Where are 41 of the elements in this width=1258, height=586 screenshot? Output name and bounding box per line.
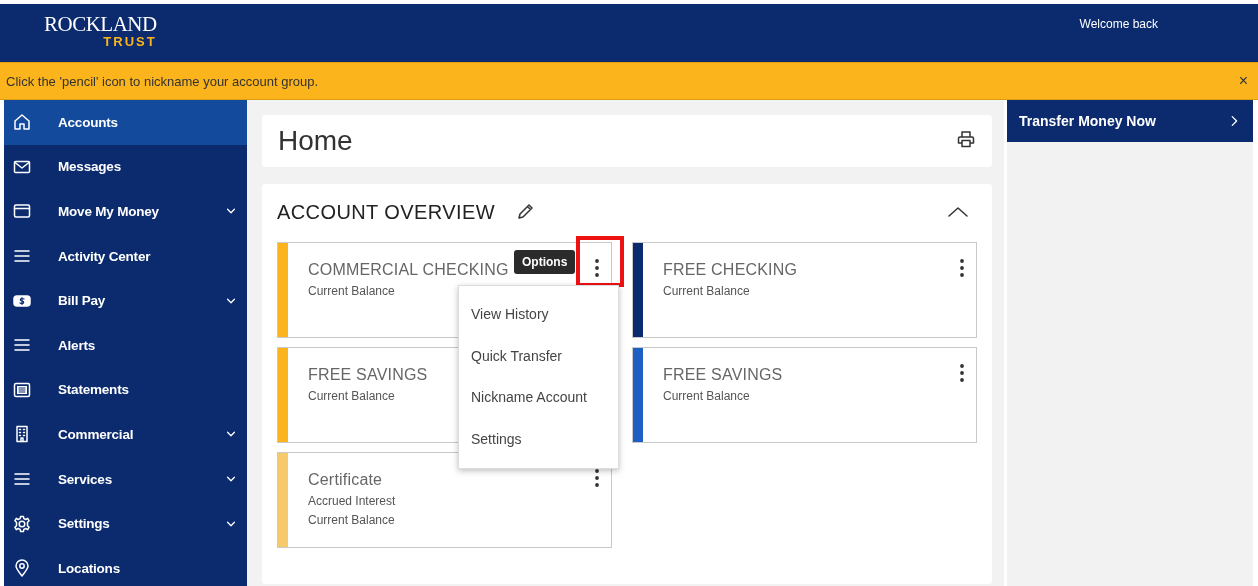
sidebar-item[interactable]: Messages (4, 144, 247, 190)
gear-icon (12, 513, 32, 534)
account-card[interactable]: FREE CHECKING Current Balance (632, 242, 977, 338)
sidebar-item[interactable]: Commercial (4, 412, 247, 457)
balance-label: Current Balance (308, 283, 396, 300)
sidebar-item[interactable]: Accounts (4, 100, 247, 145)
sidebar-item[interactable]: Move My Money (4, 189, 247, 234)
account-name: FREE CHECKING (663, 261, 798, 279)
sidebar-item[interactable]: Locations (4, 545, 247, 586)
balance-label: Current Balance (663, 388, 751, 405)
account-name: FREE SAVINGS (308, 366, 428, 384)
printer-icon (956, 129, 976, 149)
balance-label: Current Balance (663, 283, 751, 300)
options-tooltip: Options (514, 250, 576, 274)
balance-label: Current Balance (308, 388, 396, 405)
page-title: Home (278, 125, 353, 157)
account-name: COMMERCIAL CHECKING (308, 261, 509, 279)
account-name: FREE SAVINGS (663, 366, 783, 384)
vertical-dots-icon (960, 259, 964, 277)
balance-label: Accrued Interest (308, 493, 396, 510)
home-icon (12, 112, 32, 133)
sidebar-item[interactable]: Bill Pay (4, 278, 247, 323)
transfer-money-button[interactable]: Transfer Money Now (1007, 100, 1253, 142)
vertical-dots-icon (595, 469, 599, 487)
sidebar-item[interactable]: Statements (4, 367, 247, 413)
bank-logo[interactable]: ROCKLAND TRUST (44, 14, 157, 49)
balance-label: Current Balance (308, 512, 396, 529)
account-card[interactable]: Certificate Accrued Interest Current Balance (277, 452, 612, 548)
account-card[interactable]: FREE SAVINGS Current Balance (632, 347, 977, 443)
sidebar-item[interactable]: Activity Center (4, 233, 247, 279)
sidebar-item[interactable]: Settings (4, 501, 247, 546)
vertical-dots-icon (595, 259, 599, 277)
sidebar-item[interactable]: Services (4, 456, 247, 502)
notice-text: Click the 'pencil' icon to nickname your account group. (6, 73, 319, 89)
location-pin-icon (12, 558, 32, 579)
section-title: ACCOUNT OVERVIEW (277, 200, 495, 224)
sidebar-item[interactable]: Alerts (4, 322, 247, 368)
close-button[interactable]: × (1234, 72, 1252, 90)
account-name: Certificate (308, 471, 384, 489)
welcome-text: Welcome back (1079, 17, 1158, 31)
vertical-dots-icon (960, 364, 964, 382)
